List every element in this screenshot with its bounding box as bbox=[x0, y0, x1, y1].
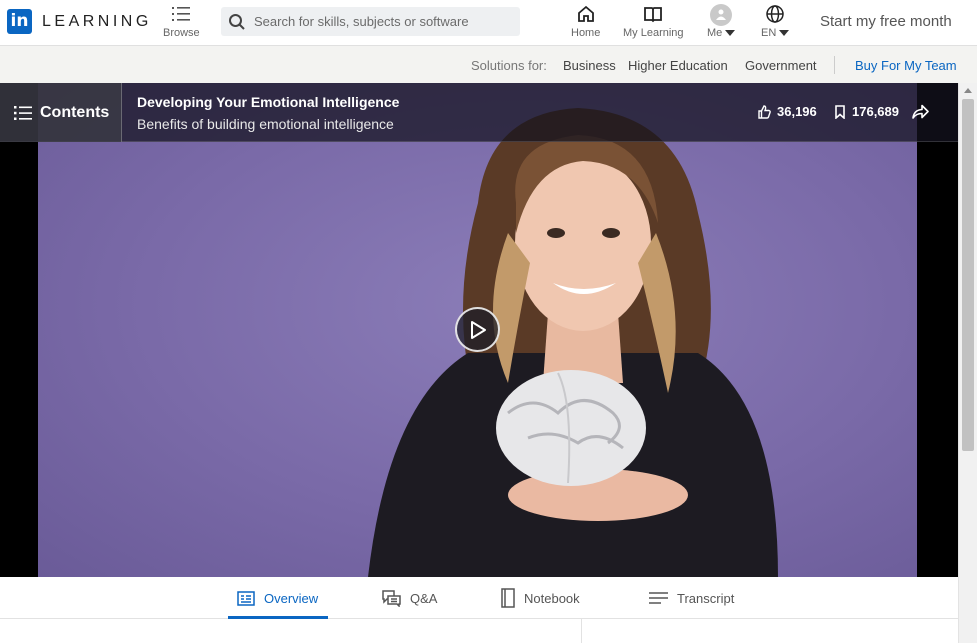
saves-count: 176,689 bbox=[852, 104, 899, 119]
home-label: Home bbox=[571, 27, 601, 39]
page-scrollbar[interactable] bbox=[958, 83, 977, 643]
solutions-label: Solutions for: bbox=[471, 58, 547, 73]
chevron-down-icon bbox=[725, 30, 736, 37]
tab-transcript-label: Transcript bbox=[677, 590, 735, 606]
chat-icon bbox=[382, 589, 401, 607]
search-icon bbox=[229, 13, 245, 30]
bookmark-icon bbox=[835, 104, 845, 119]
language-label: EN bbox=[761, 27, 777, 39]
linkedin-learning-logo[interactable]: in LEARNING bbox=[7, 9, 152, 34]
brand-name: LEARNING bbox=[42, 12, 152, 30]
tab-overview-label: Overview bbox=[264, 590, 319, 606]
me-label: Me bbox=[707, 27, 723, 39]
me-menu[interactable]: Me bbox=[707, 4, 736, 39]
chevron-down-icon bbox=[779, 30, 790, 37]
video-header: Contents Developing Your Emotional Intel… bbox=[0, 83, 958, 142]
play-icon bbox=[470, 320, 486, 339]
top-navigation: in LEARNING Browse Home My Learning bbox=[0, 0, 977, 46]
content-divider bbox=[581, 619, 582, 643]
list-icon bbox=[172, 7, 191, 21]
tab-qa-label: Q&A bbox=[410, 590, 438, 606]
tab-qa[interactable]: Q&A bbox=[382, 577, 437, 619]
divider bbox=[834, 56, 835, 74]
my-learning-label: My Learning bbox=[623, 27, 684, 39]
transcript-icon bbox=[649, 592, 668, 604]
book-icon bbox=[644, 7, 663, 23]
buy-for-my-team-link[interactable]: Buy For My Team bbox=[855, 58, 957, 73]
video-player[interactable]: Contents Developing Your Emotional Intel… bbox=[0, 83, 958, 577]
search-input[interactable] bbox=[254, 14, 504, 29]
tab-notebook[interactable]: Notebook bbox=[501, 577, 580, 619]
solutions-government-link[interactable]: Government bbox=[745, 58, 817, 73]
overview-icon bbox=[237, 590, 255, 606]
user-icon bbox=[716, 9, 727, 20]
share-icon[interactable] bbox=[912, 104, 929, 119]
scroll-up-arrow-icon[interactable] bbox=[964, 88, 972, 93]
likes-count: 36,196 bbox=[777, 104, 817, 119]
contents-button[interactable]: Contents bbox=[0, 83, 122, 142]
avatar bbox=[710, 4, 733, 26]
home-nav[interactable]: Home bbox=[571, 4, 600, 39]
content-tabs: Overview Q&A Notebook Transcript bbox=[0, 577, 958, 619]
my-learning-nav[interactable]: My Learning bbox=[623, 4, 684, 39]
list-icon bbox=[14, 105, 32, 120]
like-button[interactable]: 36,196 bbox=[757, 104, 817, 119]
globe-icon bbox=[766, 5, 784, 23]
browse-button[interactable]: Browse bbox=[163, 4, 200, 39]
solutions-business-link[interactable]: Business bbox=[563, 58, 616, 73]
save-button[interactable]: 176,689 bbox=[834, 104, 899, 119]
start-free-month-link[interactable]: Start my free month bbox=[820, 13, 952, 30]
linkedin-logo-icon: in bbox=[7, 9, 32, 34]
active-tab-indicator bbox=[228, 616, 328, 619]
notebook-icon bbox=[501, 588, 515, 608]
tab-transcript[interactable]: Transcript bbox=[649, 577, 734, 619]
home-icon bbox=[577, 5, 594, 22]
play-button[interactable] bbox=[455, 307, 500, 352]
solutions-bar: Solutions for: Business Higher Education… bbox=[0, 46, 977, 83]
search-bar[interactable] bbox=[221, 7, 520, 36]
browse-label: Browse bbox=[163, 27, 200, 39]
tab-notebook-label: Notebook bbox=[524, 590, 580, 606]
video-title: Benefits of building emotional intellige… bbox=[137, 116, 394, 132]
solutions-higher-education-link[interactable]: Higher Education bbox=[628, 58, 728, 73]
language-menu[interactable]: EN bbox=[761, 4, 790, 39]
scrollbar-thumb[interactable] bbox=[962, 99, 974, 451]
course-title[interactable]: Developing Your Emotional Intelligence bbox=[137, 94, 399, 110]
contents-label: Contents bbox=[40, 103, 110, 121]
thumbs-up-icon bbox=[758, 104, 771, 119]
tab-overview[interactable]: Overview bbox=[237, 577, 318, 619]
